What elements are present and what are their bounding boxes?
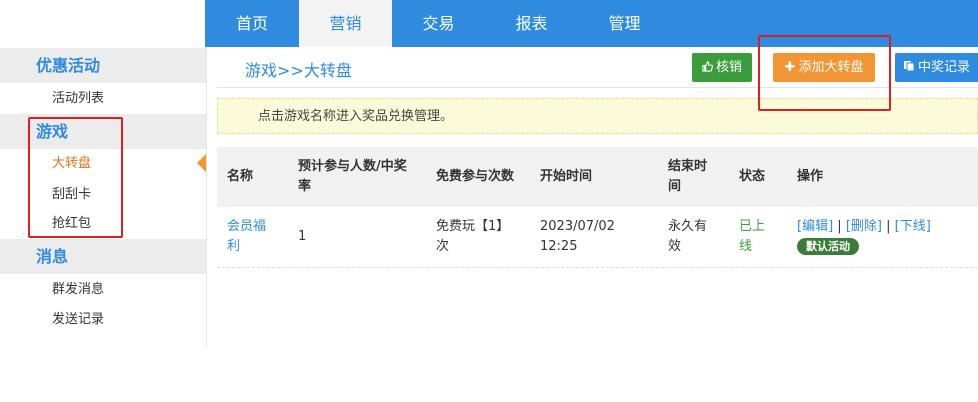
win-records-button[interactable]: 中奖记录: [895, 53, 978, 82]
cell-actions: [编辑] | [删除] | [下线]: [797, 217, 977, 237]
cell-end-time: 永久有效: [668, 219, 708, 254]
sidebar-item-mass-message[interactable]: 群发消息: [0, 275, 206, 305]
tab-trade[interactable]: 交易: [392, 0, 485, 47]
header-end-time: 结束时间: [668, 159, 708, 194]
cell-free-times: 免费玩【1】次: [436, 219, 510, 254]
tab-manage[interactable]: 管理: [578, 0, 671, 47]
default-activity-badge-wrap: 默认活动: [797, 237, 859, 257]
highlight-games-group: [28, 117, 123, 238]
edit-link[interactable]: [编辑]: [797, 219, 833, 234]
separator: |: [886, 219, 891, 234]
header-free-times: 免费参与次数: [436, 169, 515, 184]
thumbs-up-icon: [702, 53, 714, 82]
header-expected: 预计参与人数/中奖率: [298, 159, 407, 194]
status-online: 已上线: [739, 219, 766, 254]
default-activity-badge: 默认活动: [797, 238, 859, 255]
tab-home[interactable]: 首页: [205, 0, 299, 47]
header-name: 名称: [227, 169, 254, 184]
breadcrumb[interactable]: 游戏>>大转盘: [245, 57, 352, 81]
table-header: 名称 预计参与人数/中奖率 免费参与次数 开始时间 结束时间 状态 操作: [217, 147, 978, 207]
verify-label: 核销: [715, 60, 742, 75]
header-actions: 操作: [797, 169, 824, 184]
tab-reports[interactable]: 报表: [485, 0, 578, 47]
tab-marketing[interactable]: 营销: [299, 0, 392, 47]
cell-start-time: 2023/07/02 12:25: [540, 219, 615, 254]
active-indicator-arrow: [197, 154, 206, 172]
game-name-link[interactable]: 会员福利: [227, 217, 271, 257]
copy-icon: [903, 53, 915, 82]
header-start-time: 开始时间: [540, 169, 593, 184]
cell-expected: 1: [298, 229, 307, 244]
win-records-label: 中奖记录: [918, 60, 971, 75]
sidebar-group-promotions[interactable]: 优惠活动: [0, 48, 206, 83]
highlight-add-button: [758, 35, 891, 111]
sidebar-item-send-records[interactable]: 发送记录: [0, 305, 206, 335]
delete-link[interactable]: [删除]: [846, 219, 882, 234]
offline-link[interactable]: [下线]: [895, 219, 931, 234]
header-status: 状态: [739, 169, 766, 184]
sidebar-group-messages[interactable]: 消息: [0, 239, 206, 274]
sidebar-item-activity-list[interactable]: 活动列表: [0, 84, 206, 114]
verify-button[interactable]: 核销: [692, 53, 752, 82]
table-row: 会员福利 1 免费玩【1】次 2023/07/02 12:25 永久有效 已上线…: [217, 207, 978, 268]
separator: |: [837, 219, 842, 234]
